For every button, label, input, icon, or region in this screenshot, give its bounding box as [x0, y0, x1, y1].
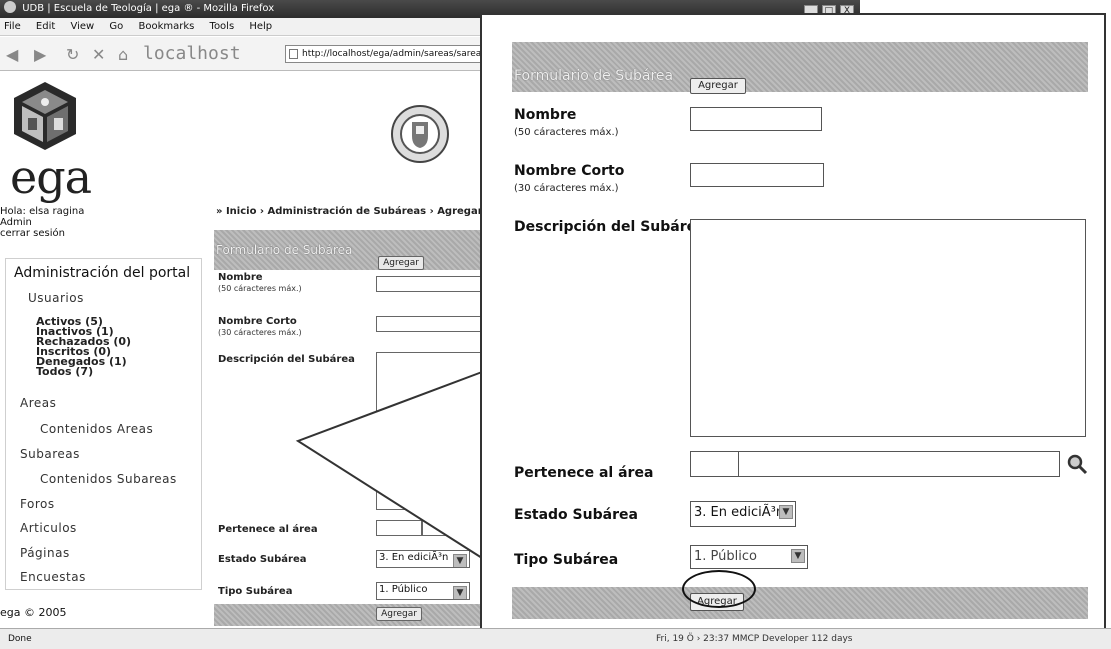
menu-go[interactable]: Go: [109, 21, 123, 32]
nombre-input[interactable]: [376, 276, 484, 292]
status-done-text: Done: [8, 634, 32, 644]
descripcion-textarea[interactable]: [376, 352, 484, 510]
firefox-icon: [4, 1, 16, 13]
menu-help[interactable]: Help: [249, 21, 272, 32]
copyright-text: ega © 2005: [0, 606, 67, 619]
area-code-input[interactable]: [376, 520, 422, 536]
zoom-tipo-select[interactable]: 1. Público ▼: [690, 545, 808, 569]
dropdown-arrow-icon: ▼: [791, 549, 805, 563]
home-icon[interactable]: ⌂: [118, 45, 128, 64]
sidebar-item-usuarios[interactable]: Usuarios: [28, 291, 84, 305]
university-seal-icon: [391, 105, 449, 163]
zoom-descripcion-label: Descripción del Subárea: [514, 219, 706, 235]
url-bar[interactable]: http://localhost/ega/admin/sareas/sareas: [285, 45, 495, 63]
zoom-estado-label: Estado Subárea: [514, 507, 638, 523]
zoom-nombre-input[interactable]: [690, 107, 822, 131]
menu-tools[interactable]: Tools: [210, 21, 235, 32]
ega-logo-icon: [14, 82, 76, 150]
nombre-corto-input[interactable]: [376, 316, 484, 332]
zoom-area-code-input[interactable]: [690, 451, 740, 477]
sidebar-item-areas[interactable]: Areas: [20, 396, 56, 410]
nombre-corto-label: Nombre Corto: [218, 316, 297, 327]
sidebar-item-contenidos-areas[interactable]: Contenidos Areas: [40, 422, 153, 436]
add-button-bottom[interactable]: Agregar: [376, 607, 422, 621]
zoom-form-header-title: Formulario de Subárea: [514, 68, 674, 84]
page-icon: [289, 49, 298, 59]
sidebar-item-foros[interactable]: Foros: [20, 497, 55, 511]
sidebar-item-articulos[interactable]: Articulos: [20, 521, 77, 535]
zoom-form-footer: Agregar: [512, 587, 1088, 619]
zoom-descripcion-textarea[interactable]: [690, 219, 1086, 437]
sidebar-item-encuestas[interactable]: Encuestas: [20, 570, 86, 584]
tipo-select[interactable]: 1. Público ▼: [376, 582, 470, 600]
location-label: localhost: [143, 43, 241, 64]
highlight-circle: [682, 570, 756, 608]
zoom-pertenece-label: Pertenece al área: [514, 465, 654, 481]
zoom-nombre-corto-label: Nombre Corto: [514, 163, 625, 179]
form-footer: Agregar: [214, 604, 484, 626]
zoom-form-header: Formulario de Subárea Agregar: [512, 42, 1088, 94]
zoom-area-name-input[interactable]: [738, 451, 1060, 477]
user-info: Hola: elsa ragina Admin cerrar sesión: [0, 206, 84, 239]
sidebar-item-contenidos-subareas[interactable]: Contenidos Subareas: [40, 472, 177, 486]
status-bar: Done Fri, 19 Ö › 23:37 MMCP Developer 11…: [0, 628, 1111, 649]
sidebar-item-subareas[interactable]: Subareas: [20, 447, 80, 461]
zoom-add-button-top[interactable]: Agregar: [690, 78, 746, 94]
zoom-nombre-corto-input[interactable]: [690, 163, 824, 187]
descripcion-label: Descripción del Subárea: [218, 354, 355, 365]
menu-file[interactable]: File: [4, 21, 21, 32]
reload-icon[interactable]: ↻: [66, 45, 79, 64]
dropdown-arrow-icon: ▼: [453, 554, 467, 567]
role-text: Admin: [0, 217, 32, 228]
window-title: UDB | Escuela de Teología | ega ® - Mozi…: [22, 3, 275, 14]
zoom-estado-value: 3. En ediciÃ³n: [694, 505, 785, 520]
subarea-form-small: Formulario de Subárea Agregar Nombre (50…: [214, 230, 484, 628]
zoom-search-icon[interactable]: [1066, 453, 1088, 475]
logout-link[interactable]: cerrar sesión: [0, 228, 84, 239]
zoomed-form-panel: Formulario de Subárea Agregar Nombre (50…: [480, 13, 1106, 630]
zoom-nombre-note: (50 cáracteres máx.): [514, 127, 619, 138]
estado-label: Estado Subárea: [218, 554, 307, 565]
forward-icon[interactable]: ▶: [34, 45, 46, 64]
area-name-input[interactable]: [422, 520, 482, 536]
nombre-label: Nombre: [218, 272, 263, 283]
estado-select[interactable]: 3. En ediciÃ³n ▼: [376, 550, 470, 568]
nombre-note: (50 cáracteres máx.): [218, 284, 302, 293]
status-right-text: Fri, 19 Ö › 23:37 MMCP Developer 112 day…: [656, 634, 853, 644]
menu-bookmarks[interactable]: Bookmarks: [138, 21, 194, 32]
menu-view[interactable]: View: [70, 21, 94, 32]
breadcrumb: » Inicio › Administración de Subáreas › …: [216, 206, 483, 217]
estado-value: 3. En ediciÃ³n: [379, 552, 449, 563]
form-header-title: Formulario de Subárea: [216, 243, 353, 257]
sidebar-title: Administración del portal: [14, 265, 191, 281]
ega-logo-text: ega: [10, 150, 92, 204]
zoom-estado-select[interactable]: 3. En ediciÃ³n ▼: [690, 501, 796, 527]
zoom-nombre-label: Nombre: [514, 107, 577, 123]
form-header: Formulario de Subárea Agregar: [214, 230, 484, 270]
back-icon[interactable]: ◀: [6, 45, 18, 64]
menu-edit[interactable]: Edit: [36, 21, 55, 32]
url-text: http://localhost/ega/admin/sareas/sareas: [302, 49, 486, 59]
nombre-corto-note: (30 cáracteres máx.): [218, 328, 302, 337]
zoom-nombre-corto-note: (30 cáracteres máx.): [514, 183, 619, 194]
zoom-tipo-label: Tipo Subárea: [514, 552, 619, 568]
sidebar-item-paginas[interactable]: Páginas: [20, 546, 70, 560]
dropdown-arrow-icon: ▼: [779, 505, 793, 519]
zoom-tipo-value: 1. Público: [694, 549, 757, 564]
greeting-text: Hola: elsa ragina: [0, 206, 85, 217]
pertenece-label: Pertenece al área: [218, 524, 318, 535]
add-button-top[interactable]: Agregar: [378, 256, 424, 270]
dropdown-arrow-icon: ▼: [453, 586, 467, 599]
stop-icon[interactable]: ✕: [92, 45, 105, 64]
filter-todos[interactable]: Todos (7): [36, 366, 93, 377]
tipo-label: Tipo Subárea: [218, 586, 293, 597]
admin-sidebar: Administración del portal Usuarios Activ…: [5, 258, 202, 590]
tipo-value: 1. Público: [379, 584, 428, 595]
